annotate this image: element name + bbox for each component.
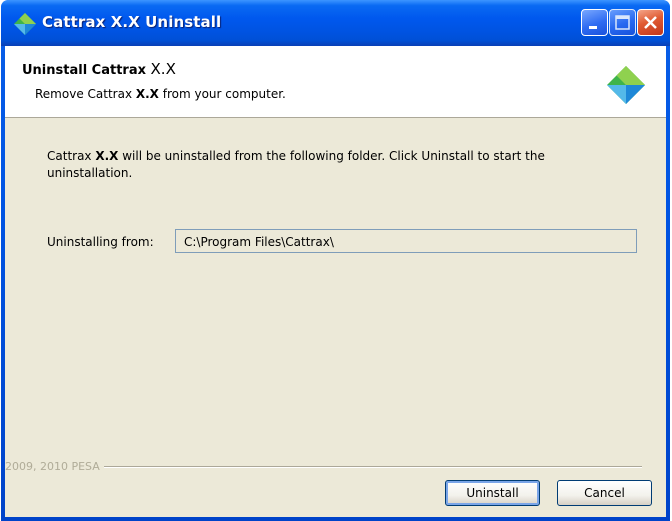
header-subtitle: Remove Cattrax X.X from your computer. [35,87,286,101]
cattrax-logo-icon [607,66,645,104]
minimize-button[interactable] [581,9,608,36]
cancel-button[interactable]: Cancel [557,480,652,506]
install-path-field[interactable]: C:\Program Files\Cattrax\ [175,229,637,253]
uninstalling-from-label: Uninstalling from: [47,235,154,249]
dialog-client-area: Uninstall Cattrax X.X Remove Cattrax X.X… [5,46,666,517]
close-icon [644,16,657,29]
window-title: Cattrax X.X Uninstall [42,13,222,31]
close-button[interactable] [637,9,664,36]
uninstall-button[interactable]: Uninstall [445,480,540,506]
maximize-icon [615,15,630,30]
branding-divider: 2009, 2010 PESA [5,460,666,473]
minimize-icon [589,26,597,29]
wizard-header: Uninstall Cattrax X.X Remove Cattrax X.X… [5,46,666,118]
uninstall-window: Cattrax X.X Uninstall Uninstall Cattrax … [1,0,670,521]
maximize-button[interactable] [609,9,636,36]
title-bar[interactable]: Cattrax X.X Uninstall [1,0,670,46]
header-title: Uninstall Cattrax X.X [22,60,176,78]
description-text: Cattrax X.X will be uninstalled from the… [47,149,545,180]
cattrax-app-icon [14,13,36,35]
branding-text: 2009, 2010 PESA [5,460,104,473]
